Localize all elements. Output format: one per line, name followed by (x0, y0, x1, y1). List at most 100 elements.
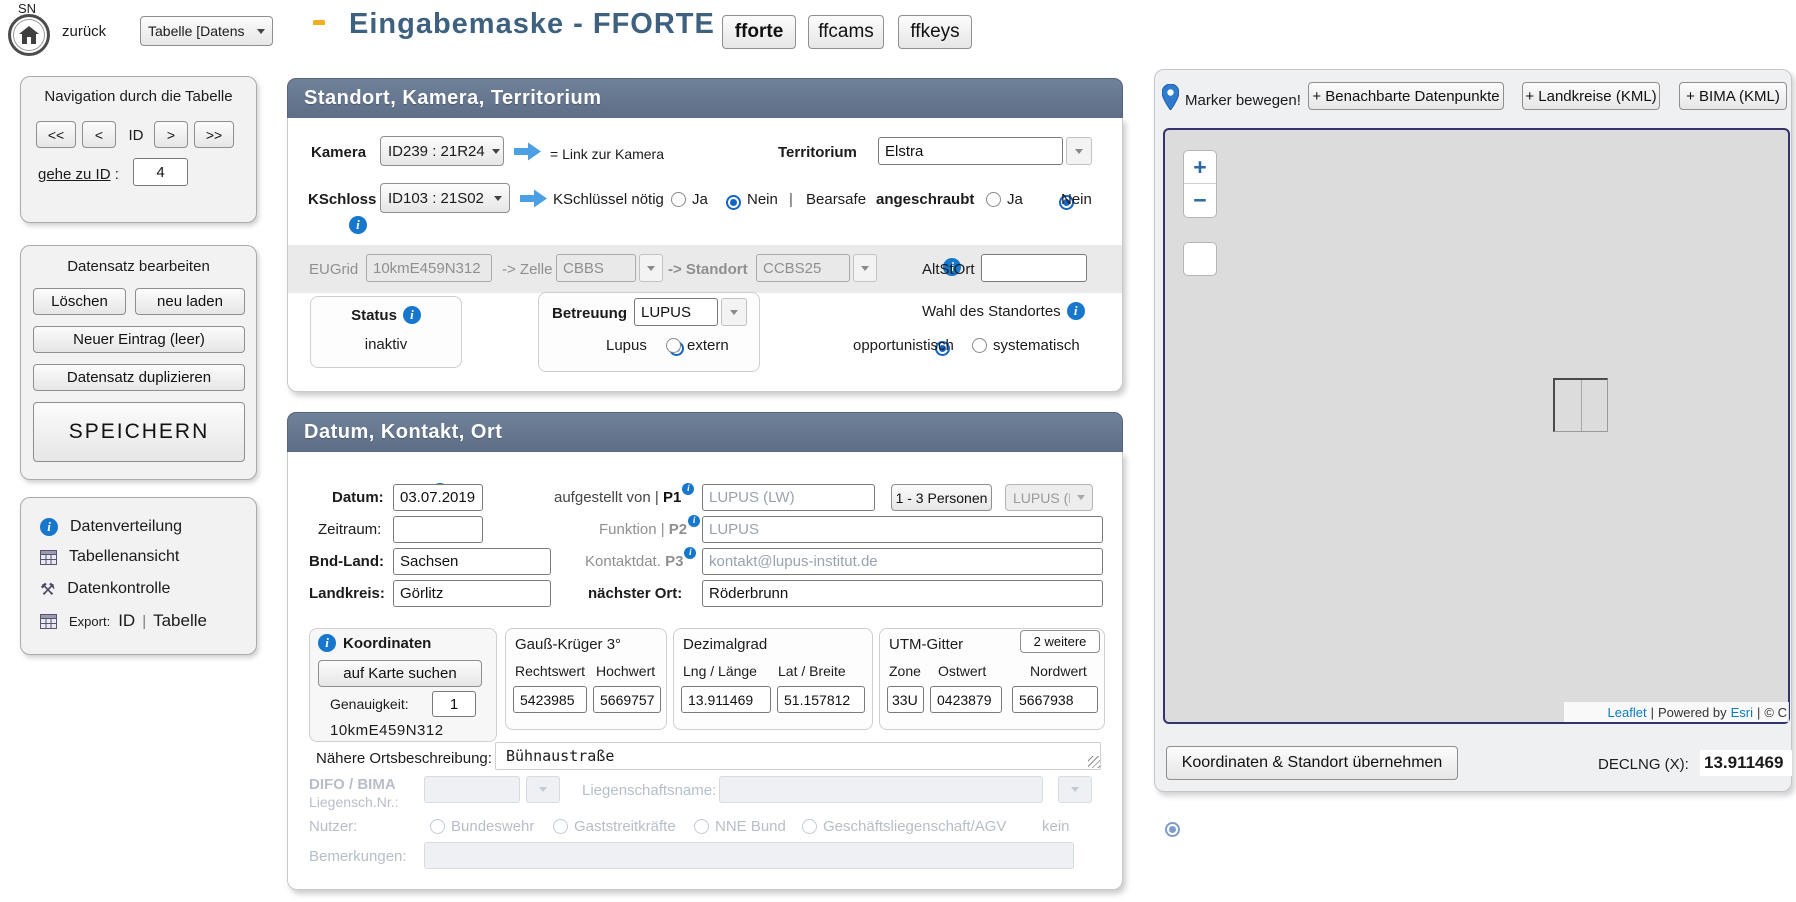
leaflet-link[interactable]: Leaflet (1608, 705, 1647, 720)
koordinaten-info-icon[interactable] (318, 634, 336, 652)
menu-item-tabellenansicht[interactable]: Tabellenansicht (40, 548, 179, 566)
menu-item-datenkontrolle[interactable]: ⚒ Datenkontrolle (40, 580, 170, 598)
p1-label-text: aufgestellt von | (554, 489, 659, 506)
landkreise-kml-button[interactable]: + Landkreise (KML) (1522, 82, 1660, 110)
nutzer-label: Nutzer: (309, 818, 357, 835)
liegenname-input (719, 776, 1043, 803)
standort-label: -> Standort (668, 261, 748, 278)
betreuung-dropdown-button[interactable] (721, 298, 747, 326)
nav-next-button[interactable]: > (154, 121, 188, 148)
chevron-down-icon (494, 196, 502, 201)
genauigkeit-input[interactable] (432, 691, 476, 717)
export-separator: | (142, 613, 146, 630)
ort-input[interactable] (702, 580, 1103, 607)
landkreis-input[interactable] (393, 580, 551, 607)
ortsbeschreibung-label: Nähere Ortsbeschreibung: (316, 750, 492, 767)
utm-zone-input[interactable] (887, 686, 924, 713)
p3-input[interactable] (702, 548, 1103, 575)
wahl-info-icon[interactable] (1067, 302, 1085, 320)
standort-input (756, 254, 850, 282)
dez-lat-input[interactable] (777, 686, 865, 713)
nav-prev-button[interactable]: < (82, 121, 116, 148)
info-icon (40, 518, 58, 536)
p2-input[interactable] (702, 516, 1103, 543)
kschloss-info-icon[interactable] (349, 216, 367, 234)
nutzer-kein-label: kein (1042, 818, 1070, 835)
new-entry-button[interactable]: Neuer Eintrag (leer) (33, 326, 245, 353)
export-id-link[interactable]: ID (118, 611, 135, 631)
bima-kml-button[interactable]: + BIMA (KML) (1679, 82, 1787, 110)
kschluessel-label: KSchlüssel nötig (553, 191, 664, 208)
bearsafe-ja-radio[interactable] (986, 192, 1001, 207)
esri-link[interactable]: Esri (1731, 705, 1753, 720)
reload-button[interactable]: neu laden (135, 288, 245, 315)
personen-button[interactable]: 1 - 3 Personen (891, 484, 992, 511)
duplicate-button[interactable]: Datensatz duplizieren (33, 364, 245, 391)
gk-rechtswert-input[interactable] (513, 686, 587, 713)
koordinaten-uebernehmen-button[interactable]: Koordinaten & Standort übernehmen (1166, 746, 1458, 780)
status-header: Status (310, 306, 462, 324)
chevron-down-icon (861, 266, 869, 271)
bearsafe-nein-label: Nein (1061, 191, 1092, 208)
resize-handle-icon[interactable] (1088, 756, 1100, 768)
chevron-down-icon (647, 266, 655, 271)
home-button[interactable] (8, 14, 50, 56)
delete-button[interactable]: Löschen (33, 288, 126, 315)
utm-ostwert-input[interactable] (930, 686, 1002, 713)
liegenname-dropdown-button (1058, 776, 1092, 803)
wahl-systematisch-label: systematisch (993, 337, 1080, 354)
p1-input[interactable] (702, 484, 875, 511)
nav-first-button[interactable]: << (36, 121, 76, 148)
export-table-link[interactable]: Tabelle (153, 611, 207, 631)
goto-id-colon: : (115, 166, 119, 183)
kschloss-select[interactable]: ID103 : 21S02 (380, 183, 510, 213)
zoom-in-button[interactable]: + (1184, 151, 1216, 184)
betreuung-input[interactable] (634, 298, 718, 326)
zoom-out-button[interactable]: − (1184, 184, 1216, 217)
app-tab-fforte[interactable]: fforte (722, 15, 796, 49)
navigation-title: Navigation durch die Tabelle (20, 88, 257, 105)
home-icon (19, 26, 39, 44)
p1-select[interactable]: LUPUS (LW (1005, 484, 1093, 511)
betreuung-extern-radio[interactable] (666, 338, 681, 353)
kschluessel-nein-radio[interactable] (726, 195, 741, 210)
p2-info-icon[interactable] (688, 515, 700, 527)
app-tab-ffcams[interactable]: ffcams (808, 15, 884, 49)
gk-hochwert-input[interactable] (593, 686, 661, 713)
kschloss-label: KSchloss (308, 191, 376, 208)
app-tab-ffkeys[interactable]: ffkeys (898, 15, 972, 49)
status-info-icon[interactable] (403, 306, 421, 324)
territorium-dropdown-button[interactable] (1066, 137, 1092, 165)
gk-col1-label: Rechtswert (515, 663, 585, 679)
dez-lng-input[interactable] (681, 686, 771, 713)
bndland-input[interactable] (393, 548, 551, 575)
p3-info-icon[interactable] (684, 547, 696, 559)
ortsbeschreibung-textarea[interactable]: Bühnaustraße (495, 742, 1101, 770)
nav-last-button[interactable]: >> (194, 121, 234, 148)
map-canvas[interactable] (1163, 128, 1790, 724)
map-layers-button[interactable] (1183, 242, 1217, 276)
kamera-select[interactable]: ID239 : 21R24 (380, 136, 504, 166)
p1-info-icon[interactable] (682, 483, 694, 495)
zeitraum-input[interactable] (393, 516, 483, 543)
kschluessel-ja-radio[interactable] (671, 192, 686, 207)
menu-item-datenverteilung[interactable]: Datenverteilung (40, 518, 182, 536)
altstort-input[interactable] (981, 254, 1087, 282)
utm-more-button[interactable]: 2 weitere (1020, 630, 1100, 653)
utm-nordwert-input[interactable] (1012, 686, 1098, 713)
chevron-down-icon (257, 29, 265, 34)
p2-label-bold: P2 (669, 521, 687, 538)
back-link[interactable]: zurück (62, 23, 106, 40)
table-select[interactable]: Tabelle [Datens (140, 16, 273, 46)
datum-input[interactable] (393, 484, 483, 511)
territorium-input[interactable] (878, 137, 1063, 165)
karte-suchen-button[interactable]: auf Karte suchen (318, 660, 482, 687)
wahl-systematisch-radio[interactable] (972, 338, 987, 353)
goto-id-input[interactable] (133, 158, 188, 186)
menu-item-label: Datenverteilung (70, 518, 182, 536)
page-title: Eingabemaske - FFORTE (349, 8, 715, 41)
standort-dropdown-button (853, 254, 877, 282)
save-button[interactable]: SPEICHERN (33, 402, 245, 462)
kamera-link-hint: = Link zur Kamera (550, 146, 664, 162)
benachbarte-datenpunkte-button[interactable]: + Benachbarte Datenpunkte (1308, 82, 1504, 110)
